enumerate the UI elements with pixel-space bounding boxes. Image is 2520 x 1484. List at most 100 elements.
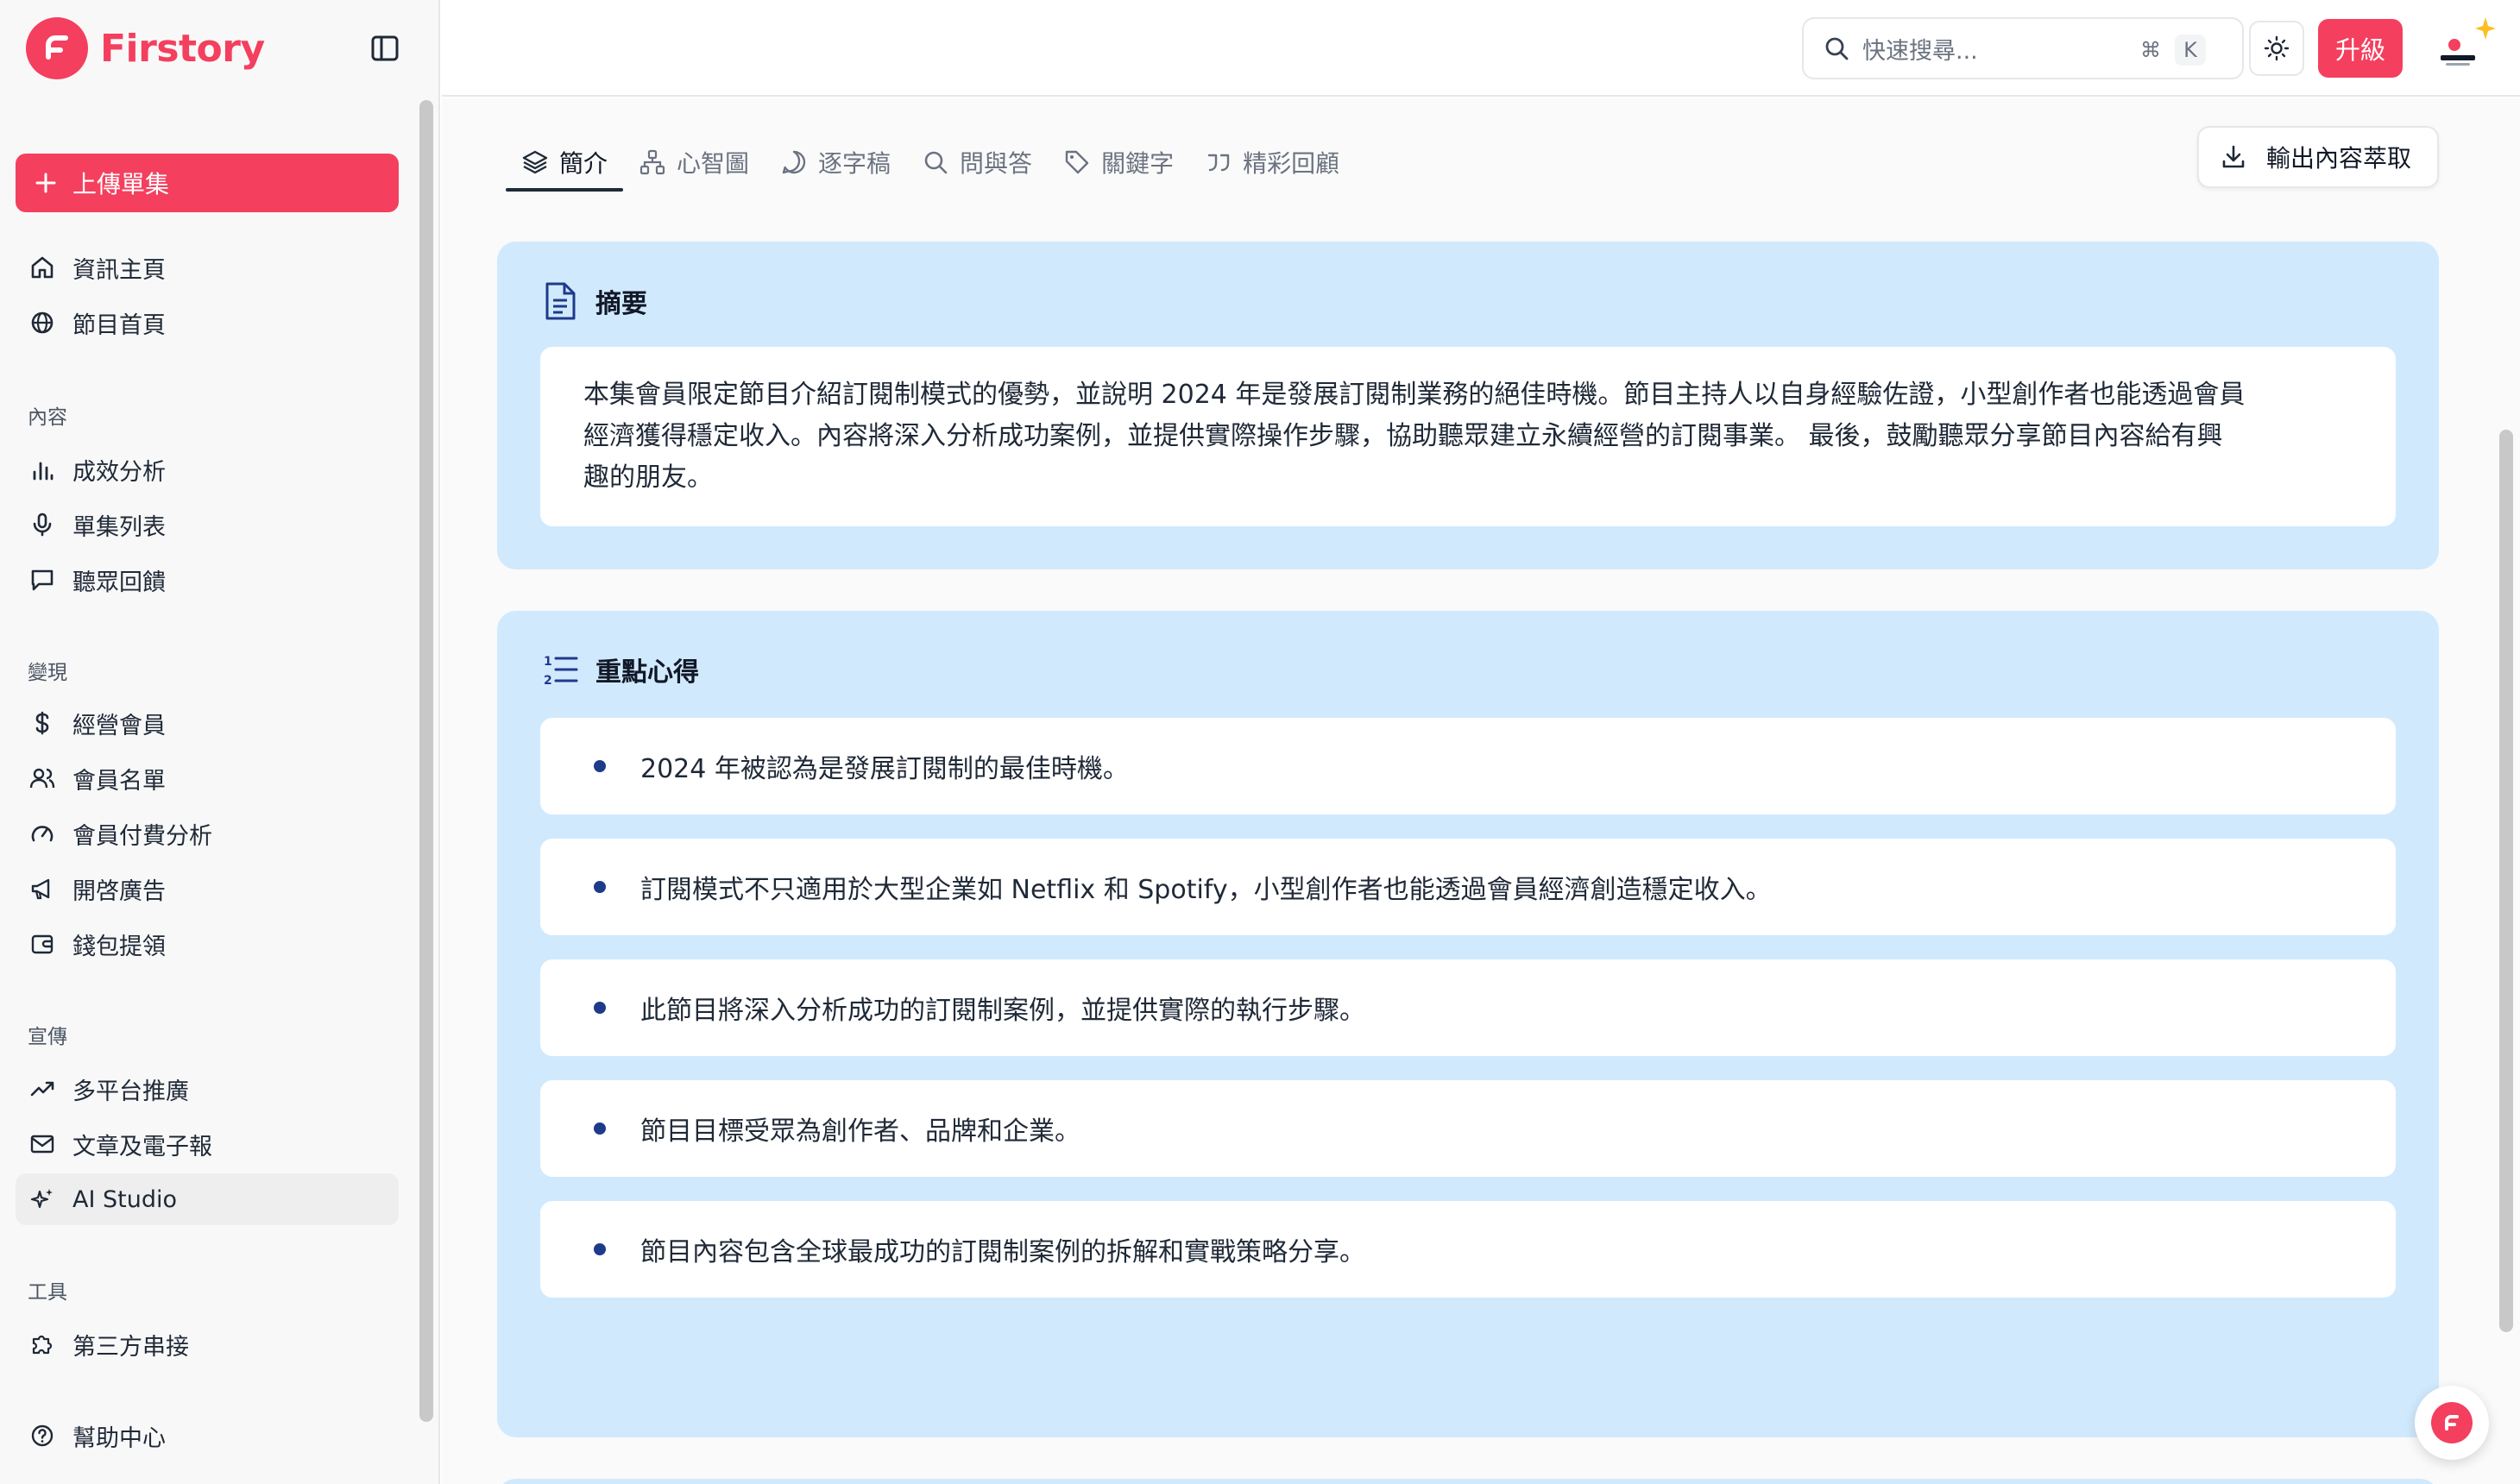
svg-text:1: 1 bbox=[544, 655, 552, 669]
section-label-tools: 工具 bbox=[28, 1281, 67, 1304]
sidebar-item-ai-studio[interactable]: AI Studio bbox=[16, 1173, 399, 1225]
dollar-icon bbox=[28, 708, 57, 738]
list-item: 此節目將深入分析成功的訂閱制案例，並提供實際的執行步驟。 bbox=[540, 959, 2396, 1056]
tab-label: 逐字稿 bbox=[818, 149, 891, 178]
sidebar-item-analytics[interactable]: 成效分析 bbox=[16, 443, 399, 495]
layers-icon bbox=[522, 150, 548, 174]
sidebar-item-member-payment-analytics[interactable]: 會員付費分析 bbox=[16, 808, 399, 859]
sidebar-item-label: 錢包提領 bbox=[72, 933, 166, 960]
sidebar-item-label: 會員付費分析 bbox=[72, 822, 212, 850]
sun-icon bbox=[2264, 35, 2290, 61]
sparkles-icon bbox=[28, 1185, 57, 1214]
sidebar-item-show-home[interactable]: 節目首頁 bbox=[16, 297, 399, 349]
tab-keywords[interactable]: 關鍵字 bbox=[1048, 136, 1189, 188]
upload-episode-label: 上傳單集 bbox=[72, 170, 170, 198]
firstory-logo-icon bbox=[26, 17, 88, 79]
brand-logo[interactable]: Firstory bbox=[26, 17, 265, 79]
summary-line: 經濟獲得穩定收入。內容將深入分析成功案例，並提供實際操作步驟，協助聽眾建立永續經… bbox=[583, 421, 2223, 451]
brand-name: Firstory bbox=[100, 26, 265, 71]
list-item-text: 訂閱模式不只適用於大型企業如 Netflix 和 Spotify，小型創作者也能… bbox=[640, 875, 1772, 905]
tab-qa[interactable]: 問與答 bbox=[906, 136, 1048, 188]
main-content: 簡介 心智圖 逐字稿 問與答 關鍵字 精彩回顧 輸出內容萃取 摘要 本集會員限定… bbox=[442, 98, 2520, 1484]
search-icon bbox=[924, 151, 948, 174]
mail-icon bbox=[28, 1129, 57, 1159]
upload-episode-button[interactable]: 上傳單集 bbox=[16, 154, 399, 212]
section-label-content: 內容 bbox=[28, 406, 67, 429]
sidebar-item-feedback[interactable]: 聽眾回饋 bbox=[16, 554, 399, 606]
key-takeaways-header: 12 重點心得 bbox=[542, 651, 699, 689]
quick-search-input[interactable]: 快速搜尋... ⌘ K bbox=[1802, 17, 2244, 79]
tab-transcript[interactable]: 逐字稿 bbox=[765, 136, 906, 188]
tab-highlights-review[interactable]: 精彩回顧 bbox=[1189, 136, 1355, 188]
sidebar-item-label: 成效分析 bbox=[72, 458, 166, 486]
sidebar-scrollbar[interactable] bbox=[419, 100, 433, 1422]
upgrade-button[interactable]: 升級 bbox=[2318, 19, 2403, 78]
tab-label: 簡介 bbox=[559, 149, 608, 178]
sidebar-item-help-center[interactable]: 幫助中心 bbox=[16, 1410, 399, 1462]
content-tabs: 簡介 心智圖 逐字稿 問與答 關鍵字 精彩回顧 bbox=[506, 136, 1355, 192]
sidebar-item-integrations[interactable]: 第三方串接 bbox=[16, 1318, 399, 1370]
theme-toggle-button[interactable] bbox=[2249, 21, 2304, 76]
quote-icon bbox=[1207, 154, 1230, 172]
sidebar-item-label: 聽眾回饋 bbox=[72, 569, 166, 596]
tag-icon bbox=[1065, 150, 1089, 174]
puzzle-icon bbox=[28, 1330, 57, 1359]
avatar[interactable] bbox=[2429, 16, 2498, 81]
sidebar-item-label: 第三方串接 bbox=[72, 1333, 189, 1361]
sidebar-item-label: 節目首頁 bbox=[72, 311, 166, 339]
sidebar-toggle-icon[interactable] bbox=[368, 33, 402, 64]
top-bar: 快速搜尋... ⌘ K 升級 bbox=[442, 0, 2520, 97]
sidebar-item-membership[interactable]: 經營會員 bbox=[16, 697, 399, 749]
command-key-badge: ⌘ bbox=[2140, 38, 2161, 62]
sidebar-item-member-list[interactable]: 會員名單 bbox=[16, 752, 399, 804]
sidebar-item-label: 單集列表 bbox=[72, 513, 166, 541]
list-item-text: 此節目將深入分析成功的訂閱制案例，並提供實際的執行步驟。 bbox=[640, 996, 1365, 1026]
tab-mindmap[interactable]: 心智圖 bbox=[623, 136, 765, 188]
key-takeaways-card: 12 重點心得 2024 年被認為是發展訂閱制的最佳時機。 訂閱模式不只適用於大… bbox=[497, 611, 2439, 1437]
wallet-icon bbox=[28, 929, 57, 959]
download-icon bbox=[2222, 145, 2245, 168]
sidebar-item-label: 資訊主頁 bbox=[72, 256, 166, 284]
list-item: 訂閱模式不只適用於大型企業如 Netflix 和 Spotify，小型創作者也能… bbox=[540, 839, 2396, 935]
numbered-list-icon: 12 bbox=[544, 655, 578, 688]
sidebar-item-articles-newsletter[interactable]: 文章及電子報 bbox=[16, 1118, 399, 1170]
summary-line: 趣的朋友。 bbox=[583, 462, 713, 493]
sidebar-item-label: 多平台推廣 bbox=[72, 1078, 189, 1105]
list-item: 節目目標受眾為創作者、品牌和企業。 bbox=[540, 1080, 2396, 1177]
k-key-badge: K bbox=[2175, 35, 2206, 66]
bullet-icon bbox=[594, 1243, 606, 1255]
section-label-monetize: 變現 bbox=[28, 662, 67, 684]
export-content-label: 輸出內容萃取 bbox=[2266, 144, 2412, 173]
users-icon bbox=[28, 764, 57, 793]
sidebar-item-label: 幫助中心 bbox=[72, 1424, 166, 1452]
summary-title: 摘要 bbox=[595, 289, 647, 319]
sidebar-item-label: AI Studio bbox=[72, 1185, 178, 1213]
firstory-chat-button[interactable] bbox=[2415, 1386, 2489, 1460]
tab-intro[interactable]: 簡介 bbox=[506, 136, 624, 192]
sidebar-item-dashboard[interactable]: 資訊主頁 bbox=[16, 242, 399, 293]
tab-label: 心智圖 bbox=[677, 149, 750, 178]
key-takeaways-title: 重點心得 bbox=[595, 657, 699, 688]
sidebar-item-wallet[interactable]: 錢包提領 bbox=[16, 918, 399, 970]
home-icon bbox=[28, 253, 57, 282]
sidebar-item-episodes[interactable]: 單集列表 bbox=[16, 499, 399, 550]
sidebar-item-label: 經營會員 bbox=[72, 712, 166, 739]
bullet-icon bbox=[594, 881, 606, 893]
export-content-button[interactable]: 輸出內容萃取 bbox=[2197, 126, 2439, 188]
sidebar-item-label: 文章及電子報 bbox=[72, 1133, 212, 1160]
list-item-text: 節目內容包含全球最成功的訂閱制案例的拆解和實戰策略分享。 bbox=[640, 1237, 1365, 1267]
message-icon bbox=[28, 565, 57, 594]
main-scrollbar[interactable] bbox=[2499, 430, 2513, 1332]
gauge-icon bbox=[28, 819, 57, 848]
tab-label: 關鍵字 bbox=[1101, 149, 1175, 178]
sidebar-item-ads[interactable]: 開啓廣告 bbox=[16, 863, 399, 915]
summary-text: 本集會員限定節目介紹訂閱制模式的優勢，並說明 2024 年是發展訂閱制業務的絕佳… bbox=[540, 347, 2396, 526]
sidebar-item-label: 開啓廣告 bbox=[72, 877, 166, 905]
list-item: 2024 年被認為是發展訂閱制的最佳時機。 bbox=[540, 718, 2396, 814]
megaphone-icon bbox=[28, 874, 57, 903]
tab-label: 精彩回顧 bbox=[1243, 149, 1340, 178]
tab-label: 問與答 bbox=[960, 149, 1033, 178]
sidebar-item-multi-platform[interactable]: 多平台推廣 bbox=[16, 1063, 399, 1115]
summary-card: 摘要 本集會員限定節目介紹訂閱制模式的優勢，並說明 2024 年是發展訂閱制業務… bbox=[497, 242, 2439, 569]
trending-icon bbox=[28, 1074, 57, 1104]
